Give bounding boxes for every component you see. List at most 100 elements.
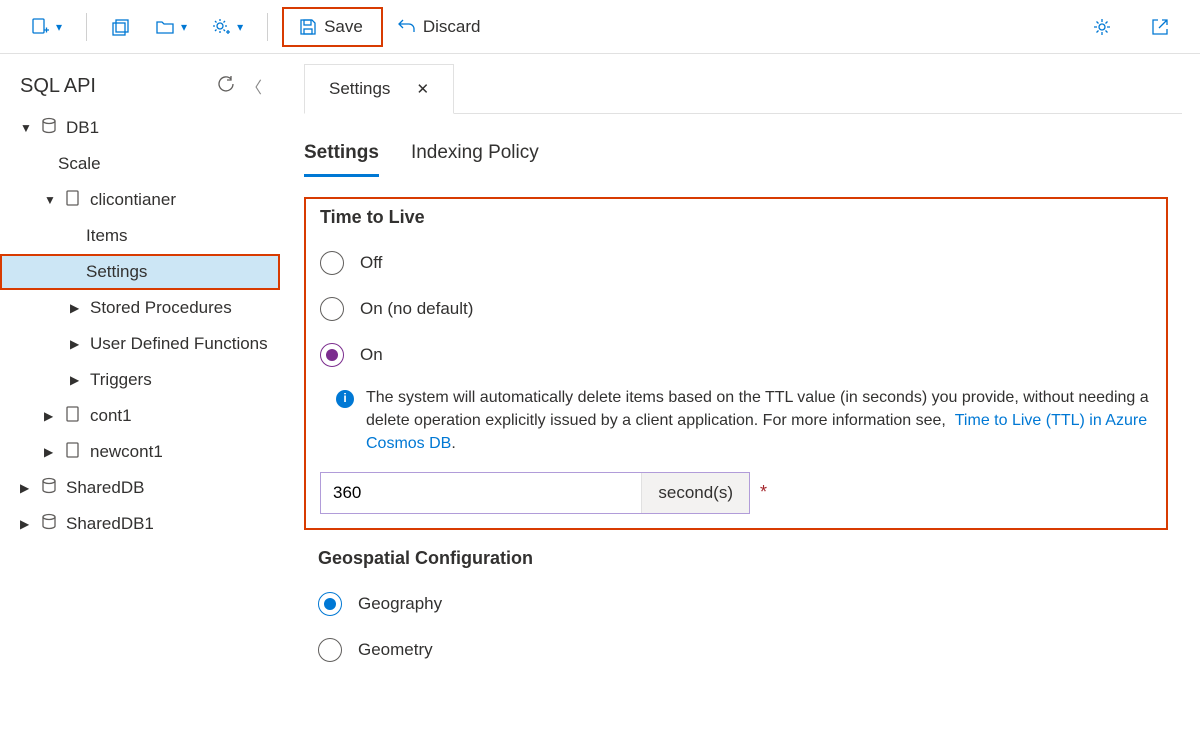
tree-container[interactable]: ▼ clicontianer [0, 182, 280, 218]
toolbar: ▾ ▾ ▾ Save Discard [0, 0, 1200, 54]
ttl-unit-label: second(s) [641, 473, 749, 513]
separator [267, 13, 268, 41]
undo-icon [397, 17, 417, 37]
radio-label: On [360, 345, 383, 365]
save-icon [298, 17, 318, 37]
container-icon [64, 405, 82, 428]
database-icon [40, 117, 58, 140]
sidebar-header: SQL API 〈 [0, 64, 280, 110]
ttl-section: Time to Live Off On (no default) On i T [304, 197, 1168, 530]
caret-right-icon: ▶ [70, 337, 84, 351]
tree-label: Stored Procedures [90, 298, 232, 318]
tree-shareddb[interactable]: ▶ SharedDB [0, 470, 280, 506]
caret-right-icon: ▶ [70, 373, 84, 387]
geo-option-geometry[interactable]: Geometry [318, 627, 1154, 673]
chevron-down-icon: ▾ [237, 20, 243, 34]
caret-right-icon: ▶ [44, 409, 58, 423]
ttl-option-off[interactable]: Off [320, 240, 1152, 286]
toolbar-right [1082, 11, 1180, 43]
ttl-option-on-no-default[interactable]: On (no default) [320, 286, 1152, 332]
sidebar-title: SQL API [20, 75, 96, 98]
refresh-icon[interactable] [216, 74, 234, 98]
sub-tabs: Settings Indexing Policy [304, 136, 1168, 177]
sidebar-header-actions: 〈 [216, 74, 262, 98]
discard-label: Discard [423, 17, 481, 37]
gear-plus-icon [211, 17, 231, 37]
tree-label: User Defined Functions [90, 334, 268, 354]
toolbar-left: ▾ ▾ ▾ Save Discard [20, 7, 490, 47]
gear-button[interactable] [1082, 11, 1122, 43]
geo-title: Geospatial Configuration [318, 548, 1154, 569]
caret-right-icon: ▶ [70, 301, 84, 315]
folder-icon [155, 17, 175, 37]
popout-icon [1150, 17, 1170, 37]
stack-icon [111, 17, 131, 37]
radio-icon[interactable] [320, 297, 344, 321]
tree-db1[interactable]: ▼ DB1 [0, 110, 280, 146]
doc-tab-label: Settings [329, 79, 390, 99]
popout-button[interactable] [1140, 11, 1180, 43]
tree-label: Triggers [90, 370, 152, 390]
collapse-icon[interactable]: 〈 [246, 74, 262, 98]
doc-tab-settings[interactable]: Settings ✕ [304, 64, 454, 114]
caret-down-icon: ▼ [44, 193, 58, 207]
document-tabs: Settings ✕ [304, 64, 1182, 114]
folder-button[interactable]: ▾ [145, 11, 197, 43]
caret-right-icon: ▶ [44, 445, 58, 459]
resource-tree: ▼ DB1 Scale ▼ clicontianer Items Setting… [0, 110, 280, 542]
required-asterisk: * [760, 482, 767, 503]
subtab-indexing[interactable]: Indexing Policy [411, 136, 539, 177]
tree-label: cont1 [90, 406, 132, 426]
container-icon [64, 189, 82, 212]
caret-right-icon: ▶ [20, 517, 34, 531]
ttl-input-row: second(s) * [320, 472, 1152, 514]
radio-label: Geometry [358, 640, 433, 660]
ttl-title: Time to Live [320, 207, 1152, 228]
tree-udf[interactable]: ▶ User Defined Functions [0, 326, 280, 362]
database-icon [40, 477, 58, 500]
tree-newcont1[interactable]: ▶ newcont1 [0, 434, 280, 470]
ttl-info-box: i The system will automatically delete i… [320, 378, 1152, 472]
main-content: Settings ✕ Settings Indexing Policy Time… [280, 54, 1200, 752]
tree-shareddb1[interactable]: ▶ SharedDB1 [0, 506, 280, 542]
info-icon: i [336, 390, 354, 408]
tree-label: SharedDB1 [66, 514, 154, 534]
radio-icon[interactable] [318, 592, 342, 616]
radio-label: Geography [358, 594, 442, 614]
close-icon[interactable]: ✕ [416, 80, 429, 98]
save-button[interactable]: Save [288, 11, 373, 43]
workspace: SQL API 〈 ▼ DB1 Scale ▼ clicontianer Ite… [0, 54, 1200, 752]
ttl-option-on[interactable]: On [320, 332, 1152, 378]
tree-stored-procedures[interactable]: ▶ Stored Procedures [0, 290, 280, 326]
tree-cont1[interactable]: ▶ cont1 [0, 398, 280, 434]
geo-section: Geospatial Configuration Geography Geome… [304, 548, 1168, 673]
save-label: Save [324, 17, 363, 37]
settings-content: Settings Indexing Policy Time to Live Of… [290, 114, 1182, 711]
sidebar: SQL API 〈 ▼ DB1 Scale ▼ clicontianer Ite… [0, 54, 280, 752]
radio-icon[interactable] [318, 638, 342, 662]
chevron-down-icon: ▾ [56, 20, 62, 34]
caret-right-icon: ▶ [20, 481, 34, 495]
stack-button[interactable] [101, 11, 141, 43]
tree-label: Settings [86, 262, 147, 282]
new-item-button[interactable]: ▾ [20, 11, 72, 43]
subtab-settings[interactable]: Settings [304, 136, 379, 177]
tree-label: Scale [58, 154, 101, 174]
settings-dropdown-button[interactable]: ▾ [201, 11, 253, 43]
radio-icon[interactable] [320, 343, 344, 367]
tree-settings[interactable]: Settings [0, 254, 280, 290]
tree-items[interactable]: Items [0, 218, 280, 254]
container-icon [64, 441, 82, 464]
tree-label: SharedDB [66, 478, 144, 498]
radio-icon[interactable] [320, 251, 344, 275]
discard-button[interactable]: Discard [387, 11, 491, 43]
tree-label: newcont1 [90, 442, 163, 462]
tree-label: Items [86, 226, 128, 246]
geo-option-geography[interactable]: Geography [318, 581, 1154, 627]
ttl-value-input[interactable] [321, 473, 641, 513]
tree-scale[interactable]: Scale [0, 146, 280, 182]
chevron-down-icon: ▾ [181, 20, 187, 34]
ttl-input-wrap: second(s) [320, 472, 750, 514]
tree-triggers[interactable]: ▶ Triggers [0, 362, 280, 398]
radio-label: On (no default) [360, 299, 473, 319]
